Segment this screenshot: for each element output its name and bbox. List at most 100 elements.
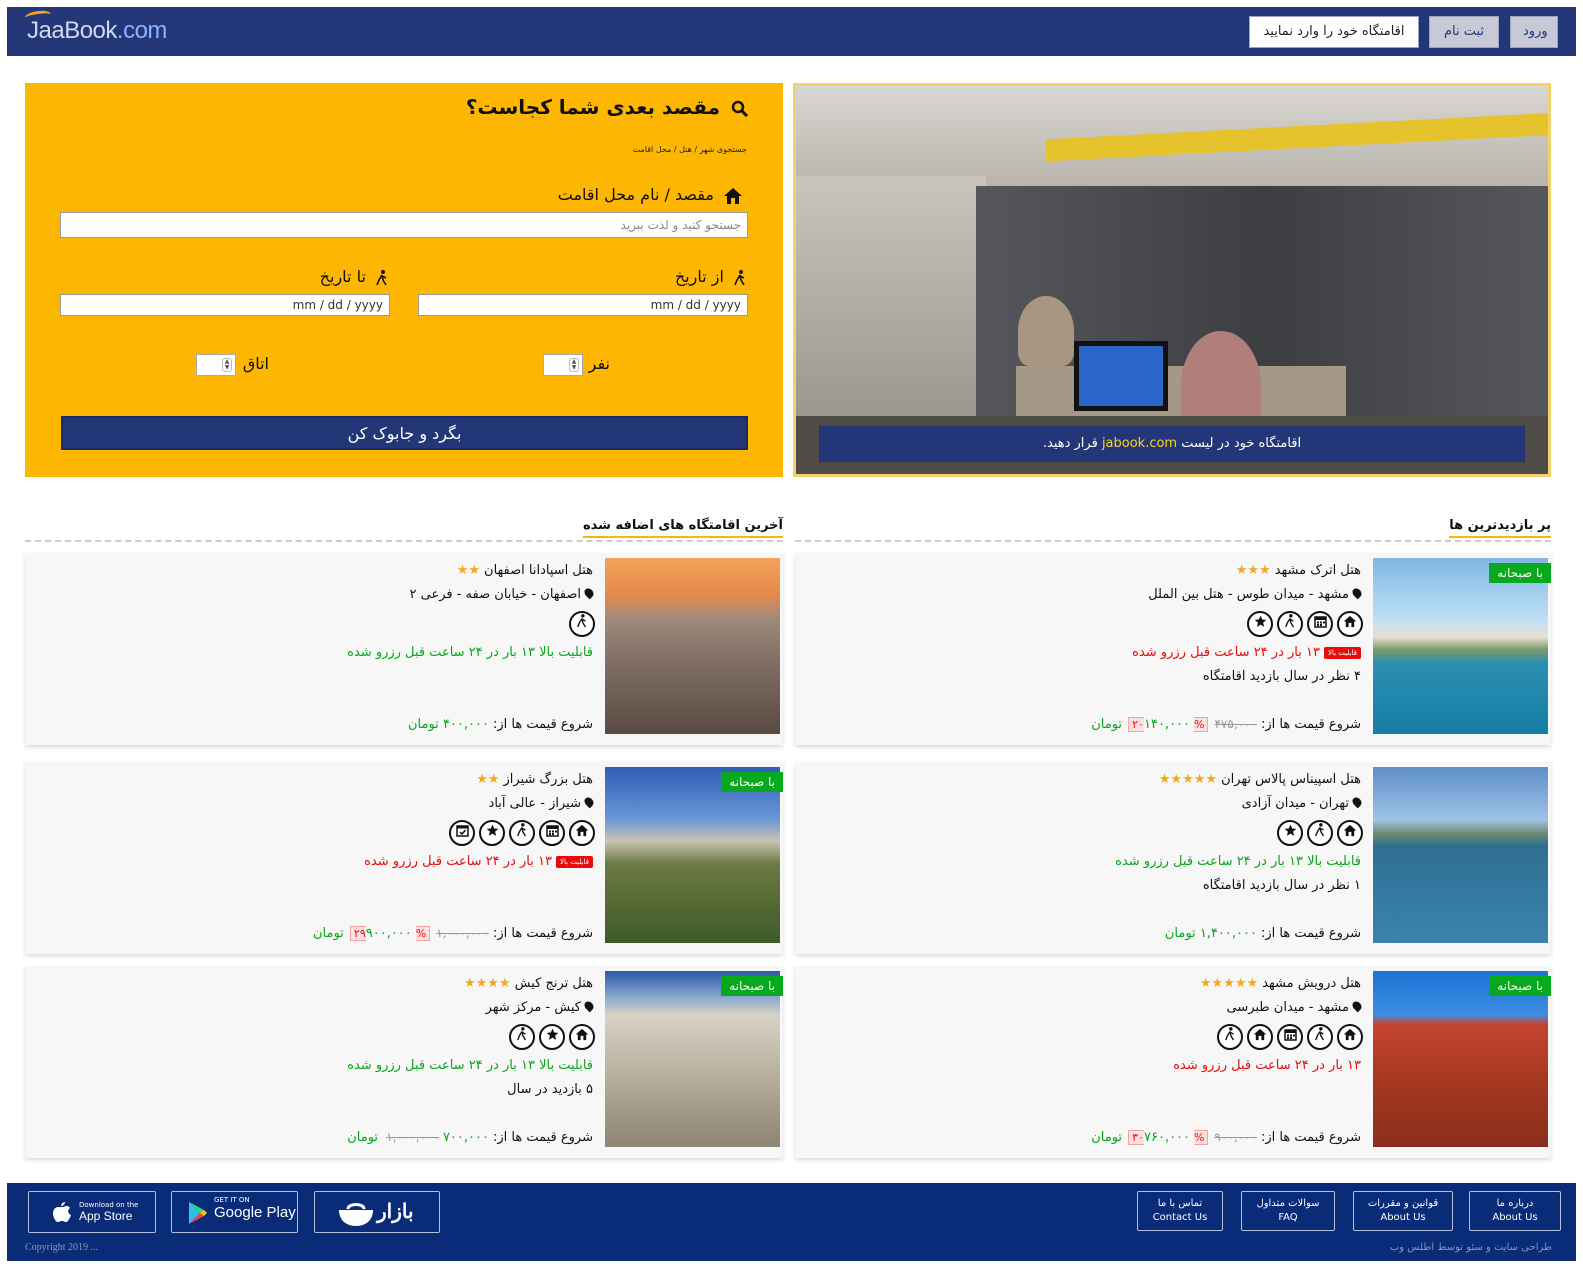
footer-link-terms[interactable]: قوانین و مقررات About Us [1353,1191,1453,1231]
hotel-thumbnail[interactable] [1373,971,1548,1147]
bazaar-label: بازار [377,1201,414,1223]
hotel-name-text[interactable]: هتل درویش مشهد [1262,976,1361,991]
current-price-value: ۷۶۰,۰۰۰ [1144,1130,1191,1145]
hotel-review-info: ۴ نظر در سال بازدید اقامتگاه [1202,669,1361,684]
rooms-stepper[interactable]: ▲ ▼ [196,354,236,376]
walker-icon [366,267,389,286]
old-price: ۴۷۵,۰۰۰ [1214,717,1257,731]
star-icon [539,1024,565,1050]
hotel-name[interactable]: هتل درویش مشهد★★★★★ [1200,976,1361,991]
hero-banner-link[interactable]: jabook.com [1102,436,1177,451]
hotel-card[interactable]: با صبحانه هتل درویش مشهد★★★★★ مشهد - میدان… [795,966,1551,1158]
copyright-left: Copyright 2019 ... [25,1242,99,1253]
stepper-arrows-icon[interactable]: ▲ ▼ [222,358,232,372]
hotel-features [1277,820,1363,846]
price-prefix: شروع قیمت ها از: [492,1130,593,1145]
hotel-card[interactable]: هتل اسپادانا اصفهان★★ اصفهان - خیابان صفه… [25,553,783,745]
submit-hotel-button[interactable]: اقامتگاه خود را وارد نمایید [1249,16,1419,48]
search-button[interactable]: بگرد و جابوک کن [61,416,748,450]
hotel-thumbnail[interactable] [605,558,780,734]
currency-label: تومان [347,1130,379,1145]
hotel-card[interactable]: با صبحانه هتل اترک مشهد ★★★ مشهد - میدان طو… [795,553,1551,745]
hotel-availability-text: قابلیت بالا ۱۳ بار در ۲۴ ساعت قبل رزرو ش… [347,645,593,660]
hotel-name[interactable]: هتل ترنج کیش ★★★★ [464,976,593,991]
hotel-name-text[interactable]: هتل ترنج کیش [515,976,593,991]
hotel-thumbnail[interactable] [1373,767,1548,943]
calendar-check-icon [449,820,475,846]
search-icon [720,95,749,119]
hotel-card[interactable]: با صبحانه هتل بزرگ شیراز ★★ شیراز - عالی آب… [25,762,783,954]
hotel-name[interactable]: هتل اسپیناس پالاس تهران★★★★★ [1159,772,1361,787]
walker-icon [569,611,595,637]
hotel-name[interactable]: هتل اسپادانا اصفهان★★ [457,563,593,578]
hotel-card[interactable]: با صبحانه هتل ترنج کیش ★★★★ کیش - مرکز شهر ق… [25,966,783,1158]
hotel-address: تهران - میدان آزادی [1241,795,1364,811]
hotel-name-text[interactable]: هتل بزرگ شیراز [504,772,593,787]
current-price: ۴۰۰,۰۰۰ تومان [408,717,489,732]
high-capacity-tag: قابلیت بالا [555,855,593,868]
price-prefix: شروع قیمت ها از: [492,717,593,732]
rooms-label: اتاق [242,354,269,373]
star-rating-icon: ★★★★★ [1158,772,1218,787]
current-price: ۱,۴۰۰,۰۰۰ تومان [1165,926,1257,941]
to-date-input[interactable]: mm / dd / yyyy [60,294,390,316]
map-pin-icon [582,586,596,600]
hotel-features [569,611,595,637]
hotel-price: شروع قیمت ها از:۱,۰۰۰,۰۰۰%۲۹۹۰۰,۰۰۰ توما… [313,926,593,941]
site-footer: درباره ما About Us قوانین و مقررات About… [7,1183,1576,1261]
hero-monitor [1074,341,1168,411]
hotel-price: شروع قیمت ها از:۴۷۵,۰۰۰%۲۰۱۴۰,۰۰۰ تومان [1091,717,1361,732]
search-subtitle: جستجوی شهر / هتل / محل اقامت [632,145,747,154]
persons-stepper[interactable]: ▲ ▼ [543,354,583,376]
hotel-thumbnail[interactable] [605,971,780,1147]
footer-link-faq[interactable]: سوالات متداول FAQ [1241,1191,1335,1231]
hotel-name-text[interactable]: هتل اسپادانا اصفهان [484,563,593,578]
currency-label: تومان [1091,1130,1123,1145]
currency-label: تومان [408,717,439,732]
old-price: ۹۰۰,۰۰۰ [1214,1130,1257,1144]
stepper-arrows-icon[interactable]: ▲ ▼ [569,358,579,372]
home-icon [1337,820,1363,846]
login-button[interactable]: ورود [1510,16,1558,48]
old-price: ۱,۰۰۰,۰۰۰ [436,926,489,940]
destination-input[interactable]: جستجو کنید و لذت ببرید [60,212,748,238]
bazaar-button[interactable]: بازار [314,1191,440,1233]
hero-person [1018,296,1074,366]
hotel-availability: قابلیت بالا۱۳ بار در ۲۴ ساعت قبل رزرو شد… [364,854,593,869]
hero-banner[interactable]: اقامتگاه خود در لیست jabook.com قرار دهی… [819,426,1525,462]
from-date-input[interactable]: mm / dd / yyyy [418,294,748,316]
hotel-address-text: تهران - میدان آزادی [1241,796,1349,811]
footer-link-en: About Us [1492,1212,1538,1223]
home-icon [569,820,595,846]
walker-icon [509,820,535,846]
logo-main: JaaBook [27,17,117,44]
walker-icon [724,267,747,286]
site-logo[interactable]: JaaBook.com [24,9,167,45]
hotel-address-text: کیش - مرکز شهر [485,1000,581,1015]
hotel-thumbnail[interactable] [605,767,780,943]
footer-link-contact[interactable]: تماس با ما Contact Us [1137,1191,1223,1231]
hotel-name[interactable]: هتل اترک مشهد ★★★ [1236,563,1361,578]
hotel-name[interactable]: هتل بزرگ شیراز ★★ [476,772,593,787]
star-icon [479,820,505,846]
current-price-value: ۷۰۰,۰۰۰ [442,1130,489,1145]
hotel-name-text[interactable]: هتل اسپیناس پالاس تهران [1221,772,1361,787]
hotel-address: اصفهان - خیابان صفه - فرعی ۲ [410,586,596,602]
footer-link-about[interactable]: درباره ما About Us [1469,1191,1561,1231]
app-store-button[interactable]: Download on the App Store [28,1191,156,1233]
map-pin-icon [582,999,596,1013]
google-play-button[interactable]: GET IT ON Google Play [171,1191,298,1233]
hotel-review-info: ۱ نظر در سال بازدید اقامتگاه [1202,878,1361,893]
home-icon [1337,611,1363,637]
signup-button[interactable]: ثبت نام [1429,16,1499,48]
hotel-availability: قابلیت بالا ۱۳ بار در ۲۴ ساعت قبل رزرو ش… [347,645,593,660]
hotel-name-text[interactable]: هتل اترک مشهد [1275,563,1361,578]
currency-label: تومان [312,926,344,941]
copyright-right[interactable]: طراحی سایت و سئو توسط اطلس وب [1390,1242,1552,1253]
calendar-icon [539,820,565,846]
hotel-thumbnail[interactable] [1373,558,1548,734]
walker-icon [1217,1024,1243,1050]
google-play-small: GET IT ON [214,1196,250,1204]
hotel-price: شروع قیمت ها از: ۱,۰۰۰,۰۰۰ ۷۰۰,۰۰۰ تومان [347,1130,593,1145]
hotel-card[interactable]: هتل اسپیناس پالاس تهران★★★★★ تهران - میدا… [795,762,1551,954]
